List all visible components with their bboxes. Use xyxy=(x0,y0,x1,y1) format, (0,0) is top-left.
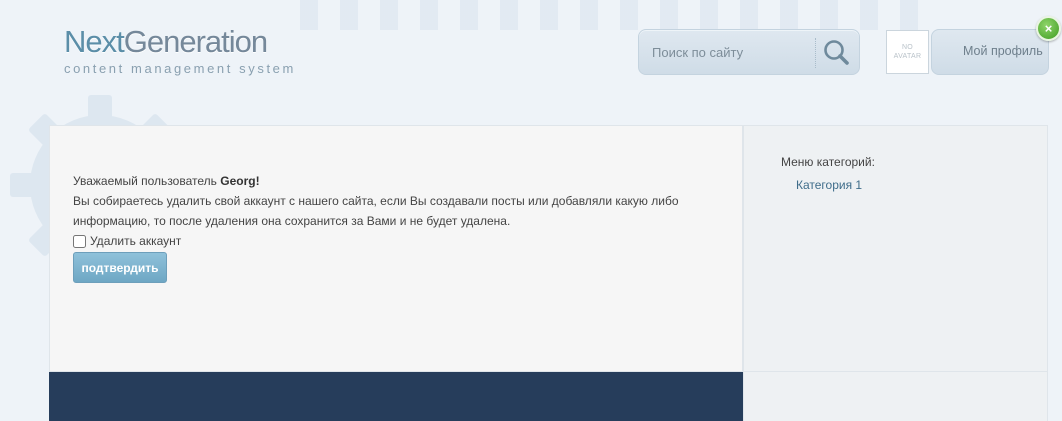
footer-sidebar xyxy=(743,372,1048,421)
search-input[interactable] xyxy=(640,31,814,73)
username: Georg! xyxy=(220,174,260,188)
avatar[interactable]: NO AVATAR xyxy=(886,30,929,74)
search-button[interactable] xyxy=(819,35,855,69)
logo-generation: Generation xyxy=(123,24,268,59)
delete-account-option[interactable]: Удалить аккаунт xyxy=(73,231,733,251)
avatar-placeholder: NO AVATAR xyxy=(894,43,922,61)
background-stripes xyxy=(300,0,920,30)
search-icon xyxy=(824,40,849,65)
delete-account-checkbox[interactable] xyxy=(73,234,86,248)
confirm-button[interactable]: подтвердить xyxy=(73,252,167,283)
main-content-panel: Уважаемый пользователь Georg! Вы собирае… xyxy=(49,125,743,372)
greeting-text: Уважаемый пользователь xyxy=(73,174,221,188)
greeting: Уважаемый пользователь Georg! xyxy=(73,171,733,191)
close-icon[interactable]: × xyxy=(1036,16,1061,41)
logo-title: NextGeneration xyxy=(64,24,296,60)
warning-message: Вы собираетесь удалить свой аккаунт с на… xyxy=(73,194,679,228)
avatar-text-line2: AVATAR xyxy=(893,53,922,60)
search-divider xyxy=(815,38,816,68)
my-profile-button[interactable]: Мой профиль xyxy=(931,29,1049,75)
footer xyxy=(49,372,743,421)
delete-account-form: Уважаемый пользователь Georg! Вы собирае… xyxy=(73,171,733,283)
site-logo[interactable]: NextGeneration content management system xyxy=(64,24,296,76)
delete-account-label: Удалить аккаунт xyxy=(90,234,182,248)
avatar-text-line1: NO xyxy=(901,44,914,51)
sidebar: Меню категорий: Категория 1 xyxy=(743,125,1048,372)
category-menu-title: Меню категорий: xyxy=(781,155,875,169)
logo-subtitle: content management system xyxy=(64,61,296,76)
sidebar-item-category-1[interactable]: Категория 1 xyxy=(796,178,862,192)
logo-next: Next xyxy=(64,24,125,59)
search-box xyxy=(638,29,860,75)
